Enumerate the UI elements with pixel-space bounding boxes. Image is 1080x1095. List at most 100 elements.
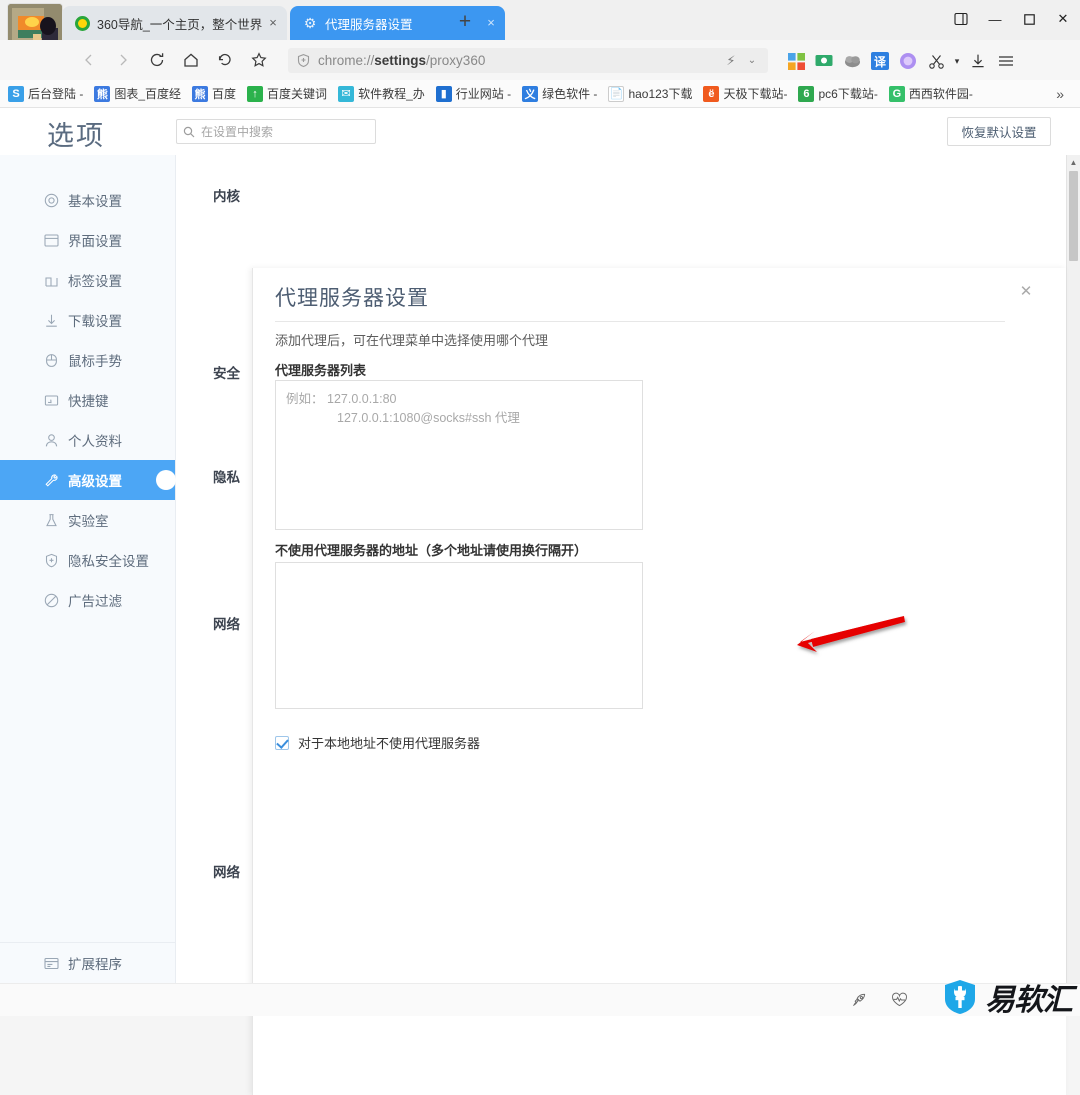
bookmark-label: hao123下载: [628, 87, 693, 101]
money-icon[interactable]: [810, 49, 838, 73]
scissors-caret-icon[interactable]: ▾: [950, 49, 964, 73]
bookmark-favicon: ▮: [435, 85, 452, 102]
sidebar-item-9[interactable]: 实验室: [0, 500, 175, 540]
sidebar-item-10[interactable]: 隐私安全设置: [0, 540, 175, 580]
chevron-down-icon[interactable]: ⌄: [742, 55, 762, 66]
proxy-list-textarea[interactable]: 例如： 127.0.0.1:80 127.0.0.1:1080@socks#ss…: [275, 380, 643, 530]
local-bypass-checkbox[interactable]: [275, 735, 289, 750]
scrollbar-thumb[interactable]: [1069, 171, 1078, 261]
bookmark-star-icon[interactable]: [242, 45, 276, 75]
scissors-icon[interactable]: [922, 49, 950, 73]
user-icon: [42, 431, 60, 449]
local-bypass-label: 对于本地地址不使用代理服务器: [298, 736, 481, 751]
bookmark-item[interactable]: S 后台登陆 -: [8, 85, 83, 102]
bookmark-item[interactable]: 6 pc6下载站-: [798, 85, 878, 102]
bookmark-item[interactable]: 熊百度: [192, 85, 236, 102]
close-button[interactable]: ✕: [1046, 0, 1080, 38]
bookmark-favicon: G: [888, 85, 905, 102]
proxy-list-label: 代理服务器列表: [275, 363, 367, 378]
rocket-icon[interactable]: [848, 990, 870, 1010]
bypass-list-textarea[interactable]: [275, 562, 643, 709]
openai-icon[interactable]: [894, 49, 922, 73]
bookmark-favicon: ë: [703, 85, 720, 102]
bookmark-label: 绿色软件 -: [542, 87, 598, 101]
sidebar-item-6[interactable]: 快捷键: [0, 380, 175, 420]
browser-toolbar: chrome://settings/proxy360 ⚡ ⌄ 译 ▾: [0, 40, 1080, 80]
content-section-label: 网络: [213, 865, 240, 880]
back-button[interactable]: [72, 45, 106, 75]
sidebar-item-3[interactable]: 标签设置: [0, 260, 175, 300]
menu-icon[interactable]: [992, 49, 1020, 73]
proxy-placeholder-line1: 例如： 127.0.0.1:80: [286, 390, 632, 409]
home-button[interactable]: [174, 45, 208, 75]
bypass-list-label: 不使用代理服务器的地址（多个地址请使用换行隔开）: [275, 543, 588, 558]
tab-close-icon[interactable]: ×: [483, 15, 499, 31]
bookmark-item[interactable]: G 西西软件园-: [888, 85, 973, 102]
bookmark-label: 软件教程_办: [358, 87, 425, 101]
keyboard-icon: [42, 391, 60, 409]
page-title: 选项: [47, 121, 105, 151]
dialog-close-icon[interactable]: ✕: [1016, 282, 1036, 302]
lightning-icon[interactable]: ⚡: [720, 53, 742, 69]
sidebar-item-8[interactable]: 高级设置: [0, 460, 176, 500]
bookmark-item[interactable]: ↑ 百度关键词: [247, 85, 327, 102]
translate-icon[interactable]: 译: [866, 49, 894, 73]
extension-icon: [42, 954, 60, 972]
sidebar-item-extensions[interactable]: 扩展程序: [0, 943, 176, 983]
dialog-divider: [275, 321, 1005, 322]
settings-page: 选项 在设置中搜索 恢复默认设置 基本设置 界面设置 标签设置 下载设置 鼠标手势 快捷键…: [0, 108, 1080, 1095]
tab-title: 360导航_一个主页，整个世界: [97, 17, 263, 32]
screen-split-icon[interactable]: [944, 0, 978, 38]
bookmark-favicon: ✉: [338, 85, 355, 102]
search-input[interactable]: 在设置中搜索: [176, 119, 376, 144]
watermark-text: 易软汇: [985, 983, 1073, 1018]
tab-360-navigation[interactable]: 360导航_一个主页，整个世界 ×: [62, 6, 287, 40]
new-tab-button[interactable]: +: [452, 11, 478, 35]
proxy-settings-dialog: 代理服务器设置 ✕ 添加代理后，可在代理菜单中选择使用哪个代理 代理服务器列表 …: [252, 268, 1066, 1095]
bookmark-item[interactable]: ▮ 行业网站 -: [435, 85, 511, 102]
minimize-button[interactable]: —: [978, 0, 1012, 38]
sidebar-item-5[interactable]: 鼠标手势: [0, 340, 175, 380]
bookmark-item[interactable]: 义绿色软件 -: [522, 85, 597, 102]
bookmark-label: 百度: [212, 87, 237, 101]
bookmark-favicon: 熊: [94, 85, 111, 102]
sidebar-item-2[interactable]: 界面设置: [0, 220, 175, 260]
address-bar[interactable]: chrome://settings/proxy360 ⚡ ⌄: [288, 48, 768, 73]
bookmarks-overflow-icon[interactable]: »: [1056, 86, 1064, 102]
bookmark-item[interactable]: 📄 hao123下载: [608, 85, 692, 102]
bookmark-item[interactable]: 熊图表_百度经: [94, 85, 181, 102]
sidebar-item-7[interactable]: 个人资料: [0, 420, 175, 460]
maximize-button[interactable]: [1012, 0, 1046, 38]
sidebar-item-1[interactable]: 基本设置: [0, 180, 175, 220]
bookmark-favicon: ↑: [247, 85, 264, 102]
cloud-icon[interactable]: [838, 49, 866, 73]
red-arrow-annotation: [753, 598, 923, 673]
sidebar-item-11[interactable]: 广告过滤: [0, 580, 175, 620]
dialog-title: 代理服务器设置: [275, 287, 429, 310]
bookmark-item[interactable]: ✉ 软件教程_办: [338, 85, 425, 102]
sidebar-item-4[interactable]: 下载设置: [0, 300, 175, 340]
tab-close-icon[interactable]: ×: [265, 15, 281, 31]
scroll-up-arrow-icon[interactable]: ▲: [1067, 155, 1080, 169]
windows-tiles-icon[interactable]: [782, 49, 810, 73]
forward-button[interactable]: [106, 45, 140, 75]
local-bypass-row[interactable]: 对于本地地址不使用代理服务器: [275, 733, 480, 752]
360-favicon: [74, 15, 90, 31]
bookmark-item[interactable]: ë 天极下载站-: [703, 85, 787, 102]
extension-icons: 译 ▾: [782, 49, 1020, 73]
download-icon[interactable]: [964, 49, 992, 73]
bookmark-favicon: 义: [522, 85, 539, 102]
undo-button[interactable]: [208, 45, 242, 75]
heartbeat-icon[interactable]: [888, 990, 910, 1010]
content-section-label: 内核: [213, 189, 240, 204]
block-icon: [42, 591, 60, 609]
wrench-icon: [42, 471, 60, 489]
page-scrollbar[interactable]: ▲: [1066, 155, 1080, 983]
reload-button[interactable]: [140, 45, 174, 75]
content-section-label: 安全: [213, 366, 240, 381]
bookmark-favicon: 熊: [192, 85, 209, 102]
window-controls: — ✕: [944, 0, 1080, 40]
restore-defaults-button[interactable]: 恢复默认设置: [947, 117, 1051, 146]
bookmark-label: 西西软件园-: [908, 87, 973, 101]
search-placeholder: 在设置中搜索: [201, 125, 274, 139]
